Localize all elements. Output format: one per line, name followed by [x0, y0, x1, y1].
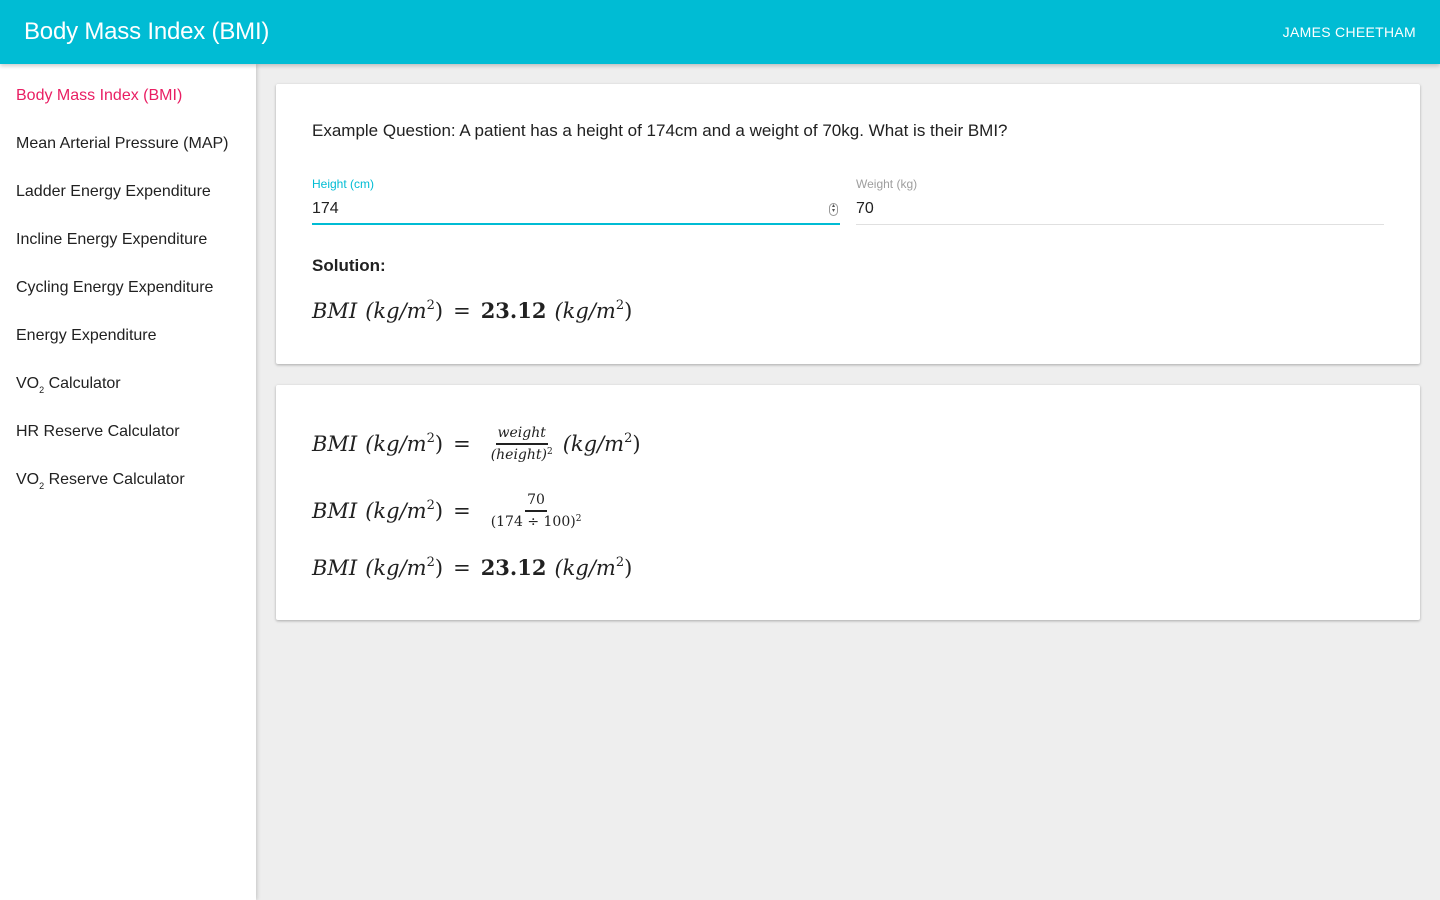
question-card: Example Question: A patient has a height… — [276, 84, 1420, 364]
math-unit: (kg/m — [554, 298, 616, 323]
math-unit: (kg/m — [562, 432, 625, 456]
solution-result-equation: BMI (kg/m2) = 23.12 (kg/m2) — [312, 298, 632, 323]
math-unit: (kg/m — [365, 298, 427, 323]
nav-label-suffix: Calculator — [44, 375, 121, 392]
sidebar-nav: Body Mass Index (BMI) Mean Arterial Pres… — [0, 64, 256, 900]
math-power: 2 — [426, 554, 435, 570]
user-account-button[interactable]: JAMES CHEETHAM — [1283, 24, 1416, 40]
math-equals: = — [453, 298, 471, 323]
weight-field: Weight (kg) — [856, 177, 1384, 225]
math-unit: (kg/m — [365, 555, 427, 580]
app-title: Body Mass Index (BMI) — [24, 18, 270, 45]
sidebar-item-vo2-reserve[interactable]: VO2 Reserve Calculator — [0, 456, 256, 504]
math-paren: ) — [624, 555, 633, 580]
math-paren: ) — [434, 555, 444, 580]
math-equals: = — [453, 432, 471, 456]
sidebar-item-map[interactable]: Mean Arterial Pressure (MAP) — [0, 120, 256, 168]
formula-numerator: weight — [495, 425, 548, 445]
sidebar-item-vo2-calculator[interactable]: VO2 Calculator — [0, 360, 256, 408]
substitution-denominator: (174 ÷ 100) — [490, 514, 576, 530]
result-equation: BMI (kg/m2) = 23.12 (kg/m2) — [312, 555, 632, 580]
sidebar-item-hr-reserve[interactable]: HR Reserve Calculator — [0, 408, 256, 456]
math-unit: (kg/m — [365, 499, 427, 523]
nav-label-prefix: VO — [16, 375, 40, 392]
math-unit: (kg/m — [554, 555, 616, 580]
math-power: 2 — [426, 431, 435, 446]
substitution-fraction: 70 (174 ÷ 100)2 — [489, 492, 584, 530]
sidebar-item-incline-energy[interactable]: Incline Energy Expenditure — [0, 216, 256, 264]
example-question: Example Question: A patient has a height… — [312, 121, 1008, 140]
math-paren: ) — [632, 432, 641, 456]
sidebar-item-bmi[interactable]: Body Mass Index (BMI) — [0, 72, 256, 120]
math-paren: ) — [434, 432, 444, 456]
math-power: 2 — [575, 514, 582, 524]
formula-equation: BMI (kg/m2) = weight (height)2 (kg/m2) — [312, 425, 641, 463]
height-input[interactable] — [312, 193, 840, 225]
solution-heading: Solution: — [312, 256, 386, 275]
sidebar-item-cycling-energy[interactable]: Cycling Energy Expenditure — [0, 264, 256, 312]
weight-label: Weight (kg) — [856, 177, 918, 191]
math-result: 23.12 — [480, 298, 547, 323]
math-var: BMI — [312, 298, 358, 323]
math-paren: ) — [624, 298, 633, 323]
substitution-equation: BMI (kg/m2) = 70 (174 ÷ 100)2 — [312, 492, 591, 530]
number-spinner-icon[interactable]: ▴ ▾ — [829, 203, 838, 216]
math-power: 2 — [615, 554, 625, 570]
derivation-card: BMI (kg/m2) = weight (height)2 (kg/m2) B… — [276, 385, 1420, 620]
math-power: 2 — [426, 297, 435, 313]
math-power: 2 — [547, 447, 553, 457]
height-label: Height (cm) — [312, 177, 375, 191]
weight-input[interactable] — [856, 193, 1384, 225]
math-unit: (kg/m — [365, 432, 427, 456]
sidebar-item-energy-expenditure[interactable]: Energy Expenditure — [0, 312, 256, 360]
substitution-numerator: 70 — [525, 492, 547, 512]
math-equals: = — [453, 499, 471, 523]
formula-denominator: (height) — [490, 447, 547, 463]
math-power: 2 — [426, 498, 435, 513]
formula-fraction: weight (height)2 — [489, 425, 555, 463]
math-var: BMI — [312, 432, 358, 456]
sidebar-item-ladder-energy[interactable]: Ladder Energy Expenditure — [0, 168, 256, 216]
math-var: BMI — [312, 555, 358, 580]
nav-label-suffix: Reserve Calculator — [44, 471, 185, 488]
app-bar: Body Mass Index (BMI) JAMES CHEETHAM — [0, 0, 1440, 64]
height-field: Height (cm) ▴▾ — [312, 177, 840, 225]
math-equals: = — [453, 555, 471, 580]
math-paren: ) — [434, 298, 444, 323]
nav-label-prefix: VO — [16, 471, 40, 488]
math-result: 23.12 — [480, 555, 547, 580]
math-paren: ) — [434, 499, 444, 523]
math-power: 2 — [615, 297, 625, 313]
math-var: BMI — [312, 499, 358, 523]
